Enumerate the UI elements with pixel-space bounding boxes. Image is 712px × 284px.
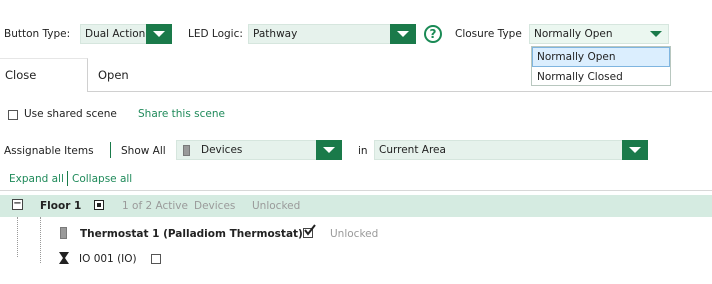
io-label[interactable]: IO 001 (IO) <box>79 253 137 265</box>
expand-all-link[interactable]: Expand all <box>9 173 64 185</box>
collapse-all-link[interactable]: Collapse all <box>72 173 132 185</box>
area-value: Current Area <box>379 144 446 156</box>
button-type-label: Button Type: <box>4 28 71 40</box>
io-checkbox[interactable] <box>151 254 161 264</box>
io-icon <box>59 252 69 264</box>
button-type-select[interactable]: Dual Action <box>80 23 172 44</box>
device-icon <box>183 145 190 156</box>
option-normally-closed[interactable]: Normally Closed <box>533 68 669 86</box>
thermostat-label[interactable]: Thermostat 1 (Palladiom Thermostat) <box>80 228 303 240</box>
divider <box>0 190 712 191</box>
floor-devices-text: Devices <box>194 200 236 212</box>
in-label: in <box>358 145 368 157</box>
floor-row[interactable] <box>0 195 712 217</box>
tab-open[interactable]: Open <box>98 58 129 92</box>
share-scene-link[interactable]: Share this scene <box>138 108 225 120</box>
chevron-down-icon[interactable] <box>643 24 669 44</box>
closure-type-select[interactable]: Normally Open <box>529 24 669 44</box>
separator <box>110 142 111 158</box>
button-type-value: Dual Action <box>85 28 146 40</box>
floor-active-count: 1 of 2 Active <box>122 200 188 212</box>
tree-guide <box>17 217 18 257</box>
assignable-items-label: Assignable Items <box>4 145 94 157</box>
area-select[interactable]: Current Area <box>374 139 648 160</box>
show-all-link[interactable]: Show All <box>121 145 166 157</box>
floor-lock-status: Unlocked <box>252 200 301 212</box>
led-logic-value: Pathway <box>253 28 298 40</box>
partial-check-icon <box>97 203 101 207</box>
devices-value: Devices <box>201 144 243 156</box>
thermostat-lock-status: Unlocked <box>330 228 379 240</box>
chevron-down-icon[interactable] <box>622 139 648 160</box>
floor-checkbox[interactable] <box>94 200 104 210</box>
closure-type-dropdown: Normally Open Normally Closed <box>531 46 671 86</box>
chevron-down-icon[interactable] <box>390 23 416 44</box>
tab-close[interactable]: Close <box>5 58 36 92</box>
separator <box>67 171 68 186</box>
tab-divider <box>88 91 712 92</box>
collapse-icon[interactable]: − <box>12 199 23 210</box>
devices-select[interactable]: Devices <box>176 139 342 160</box>
device-icon <box>60 227 67 239</box>
closure-type-label: Closure Type <box>455 28 522 40</box>
chevron-down-icon[interactable] <box>146 23 172 44</box>
led-logic-label: LED Logic: <box>188 28 243 40</box>
floor-label: Floor 1 <box>40 200 82 212</box>
option-normally-open[interactable]: Normally Open <box>532 47 670 67</box>
use-shared-scene-checkbox[interactable] <box>8 110 18 120</box>
check-icon <box>304 224 316 236</box>
chevron-down-icon[interactable] <box>316 139 342 160</box>
tree-guide <box>40 217 41 263</box>
closure-type-value: Normally Open <box>534 28 613 40</box>
led-logic-select[interactable]: Pathway <box>248 23 416 44</box>
help-icon[interactable]: ? <box>424 25 442 43</box>
use-shared-scene-label: Use shared scene <box>24 108 117 120</box>
